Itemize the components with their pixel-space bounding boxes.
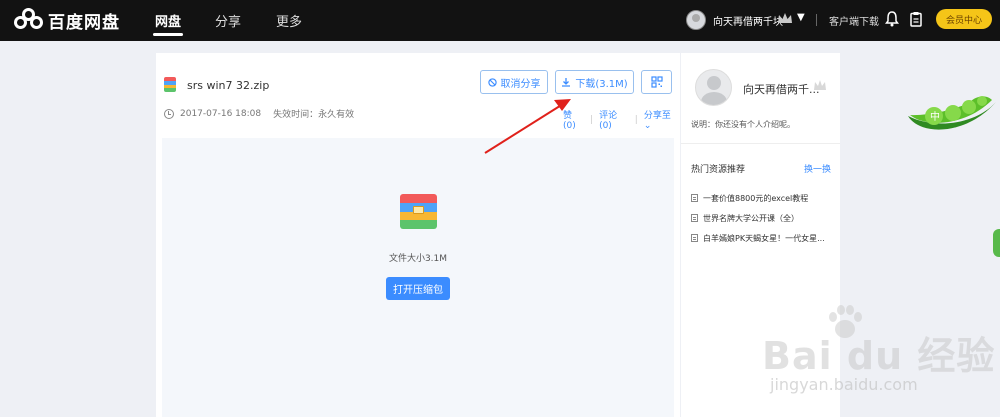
download-icon [562, 78, 571, 87]
share-to-link[interactable]: 分享至 ⌄ [644, 108, 680, 131]
share-actions-row: 赞(0) | 评论(0) | 分享至 ⌄ [563, 108, 680, 131]
like-link[interactable]: 赞(0) [563, 108, 584, 131]
comment-link[interactable]: 评论(0) [599, 108, 629, 131]
expire-time: 失效时间：永久有效 [273, 110, 355, 120]
user-avatar[interactable] [686, 10, 706, 30]
list-item-label: 世界名牌大学公开课（全） [703, 213, 799, 223]
pod-label: 中 [930, 110, 940, 123]
cloud-logo-icon [14, 8, 44, 32]
crown-icon [814, 80, 826, 90]
separator: | [634, 114, 638, 125]
clipboard-icon[interactable] [910, 11, 922, 27]
qr-code-button[interactable] [641, 70, 672, 94]
ban-icon [487, 77, 497, 87]
side-float-tab[interactable] [993, 229, 1000, 257]
document-icon [691, 234, 698, 242]
nav-divider [816, 14, 817, 26]
hot-resources-title: 热门资源推荐 [691, 165, 746, 175]
list-item[interactable]: 世界名牌大学公开课（全） [691, 208, 836, 228]
sharer-name[interactable]: 向天再借两千... [743, 81, 820, 97]
nav-tab-more[interactable]: 更多 [276, 11, 302, 30]
nav-tab-share[interactable]: 分享 [215, 11, 241, 30]
crown-icon [778, 13, 792, 23]
client-download-link[interactable]: 客户端下载 [829, 13, 879, 28]
sharer-intro: 说明：你还没有个人介绍呢。 [691, 120, 795, 129]
refresh-recommendations-link[interactable]: 换一换 [804, 162, 831, 175]
chevron-down-icon: ⌄ [643, 121, 652, 131]
list-item[interactable]: 白羊嫣娘PK天蝎女星！一代女星... [691, 228, 836, 248]
share-info-row: 2017-07-16 18:08 失效时间：永久有效 [164, 107, 354, 120]
cancel-share-button[interactable]: 取消分享 [480, 70, 548, 94]
zip-archive-icon [400, 194, 437, 229]
divider [681, 143, 840, 144]
vip-center-button[interactable]: 会员中心 [936, 9, 992, 29]
baidu-netdisk-logo[interactable]: 百度网盘 [14, 8, 120, 33]
share-file-card: srs win7 32.zip 取消分享 下载(3.1M) 2017-07-16… [156, 53, 680, 417]
chevron-down-icon[interactable]: ▼ [797, 12, 805, 23]
share-date: 2017-07-16 18:08 [180, 108, 262, 119]
download-label: 下载(3.1M) [575, 78, 628, 90]
file-preview-area: 文件大小3.1M 打开压缩包 [162, 138, 674, 417]
nav-tab-netdisk[interactable]: 网盘 [152, 11, 184, 36]
document-icon [691, 214, 698, 222]
file-size-label: 文件大小3.1M [388, 254, 448, 264]
document-icon [691, 194, 698, 202]
user-name[interactable]: 向天再借两千块 [713, 13, 783, 28]
list-item-label: 一套价值8800元的excel教程 [703, 193, 809, 203]
watermark-text: Bai du 经验 [762, 334, 996, 378]
cancel-share-label: 取消分享 [500, 78, 541, 90]
download-button[interactable]: 下载(3.1M) [555, 70, 634, 94]
separator: | [590, 114, 594, 125]
list-item-label: 白羊嫣娘PK天蝎女星！一代女星... [703, 233, 825, 243]
bell-icon[interactable] [885, 11, 899, 27]
list-item[interactable]: 一套价值8800元的excel教程 [691, 188, 836, 208]
qr-code-icon [650, 76, 663, 88]
watermark-url: jingyan.baidu.com [770, 375, 918, 394]
open-archive-button[interactable]: 打开压缩包 [386, 277, 450, 300]
zip-file-icon [164, 77, 176, 92]
file-name: srs win7 32.zip [187, 79, 270, 92]
clock-icon [164, 108, 174, 119]
logo-text: 百度网盘 [48, 12, 120, 33]
pea-pod-mascot-icon[interactable]: 中 [906, 90, 998, 140]
sharer-avatar[interactable] [695, 69, 732, 106]
hot-resources-list: 一套价值8800元的excel教程 世界名牌大学公开课（全） 白羊嫣娘PK天蝎女… [691, 188, 836, 248]
top-nav-bar: 百度网盘 网盘 分享 更多 向天再借两千块 ▼ 客户端下载 会员中心 [0, 0, 1000, 41]
share-to-label: 分享至 [643, 111, 671, 121]
